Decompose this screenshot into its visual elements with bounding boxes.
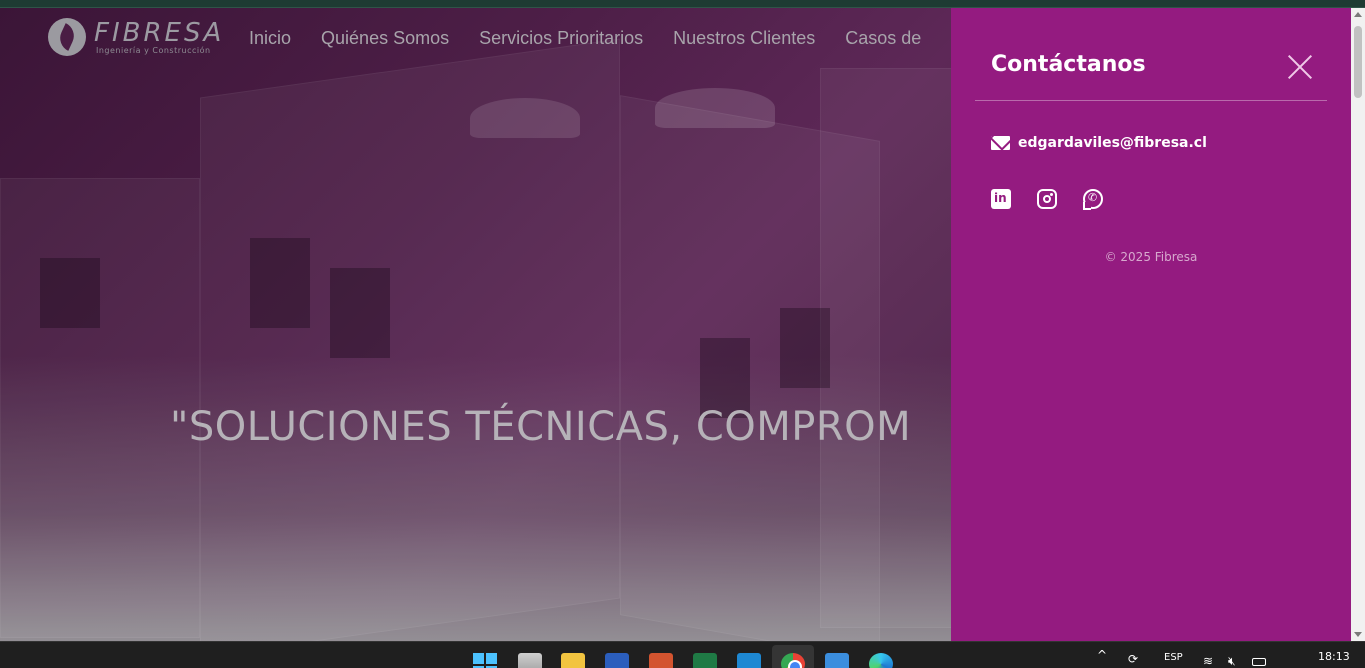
photos-icon[interactable]: [825, 653, 849, 668]
word-icon[interactable]: [605, 653, 629, 668]
umbrella-shape: [655, 88, 775, 128]
contact-panel: Contáctanos edgardaviles@fibresa.cl in ✆…: [951, 8, 1351, 641]
window-shape: [40, 258, 100, 328]
email-text: edgardaviles@fibresa.cl: [1018, 135, 1207, 151]
contact-panel-title: Contáctanos: [991, 52, 1146, 77]
task-view-icon[interactable]: [518, 653, 542, 668]
linkedin-icon[interactable]: in: [991, 189, 1011, 209]
battery-icon[interactable]: [1252, 658, 1266, 666]
window-top-strip: [0, 0, 1365, 8]
window-shape: [780, 308, 830, 388]
window-shape: [330, 268, 390, 358]
windows-taskbar: ^ ⟳ ESP ≋ 🔇︎ 18:13: [0, 641, 1365, 668]
copyright-text: © 2025 Fibresa: [1104, 250, 1198, 264]
main-nav: Inicio Quiénes Somos Servicios Prioritar…: [249, 28, 921, 49]
mail-icon: [991, 136, 1010, 150]
chrome-icon[interactable]: [781, 653, 805, 668]
logo-title: FIBRESA: [94, 18, 225, 48]
language-indicator[interactable]: ESP: [1164, 652, 1183, 668]
powerpoint-icon[interactable]: [649, 653, 673, 668]
windows-start-icon[interactable]: [473, 653, 497, 668]
clock-time[interactable]: 18:13: [1318, 650, 1350, 668]
whatsapp-icon[interactable]: ✆: [1083, 189, 1103, 210]
nav-nuestros-clientes[interactable]: Nuestros Clientes: [673, 28, 815, 49]
umbrella-shape: [470, 98, 580, 138]
social-links: in ✆: [991, 189, 1103, 210]
divider: [975, 100, 1327, 101]
sync-icon[interactable]: ⟳: [1128, 652, 1138, 668]
vscode-icon[interactable]: [737, 653, 761, 668]
site-logo[interactable]: FIBRESA Ingeniería y Construcción: [48, 18, 224, 56]
logo-tagline: Ingeniería y Construcción: [96, 46, 211, 55]
scroll-down-arrow-icon[interactable]: [1354, 632, 1362, 637]
instagram-icon[interactable]: [1037, 189, 1057, 209]
volume-muted-icon[interactable]: 🔇︎: [1228, 654, 1236, 668]
building-shape: [820, 68, 960, 628]
logo-feather-icon: [48, 18, 86, 56]
excel-icon[interactable]: [693, 653, 717, 668]
file-explorer-icon[interactable]: [561, 653, 585, 668]
scroll-up-arrow-icon[interactable]: [1354, 12, 1362, 17]
nav-quienes-somos[interactable]: Quiénes Somos: [321, 28, 449, 49]
window-shape: [250, 238, 310, 328]
wifi-icon[interactable]: ≋: [1203, 654, 1213, 668]
close-icon[interactable]: [1287, 54, 1313, 80]
nav-servicios-prioritarios[interactable]: Servicios Prioritarios: [479, 28, 643, 49]
edge-icon[interactable]: [869, 653, 893, 668]
nav-inicio[interactable]: Inicio: [249, 28, 291, 49]
email-link[interactable]: edgardaviles@fibresa.cl: [991, 135, 1207, 151]
vertical-scrollbar[interactable]: [1351, 8, 1365, 641]
hero-quote: "SOLUCIONES TÉCNICAS, COMPROM: [170, 404, 912, 450]
nav-casos[interactable]: Casos de: [845, 28, 921, 49]
tray-chevron-up-icon[interactable]: ^: [1097, 648, 1107, 668]
scroll-thumb[interactable]: [1354, 26, 1362, 98]
